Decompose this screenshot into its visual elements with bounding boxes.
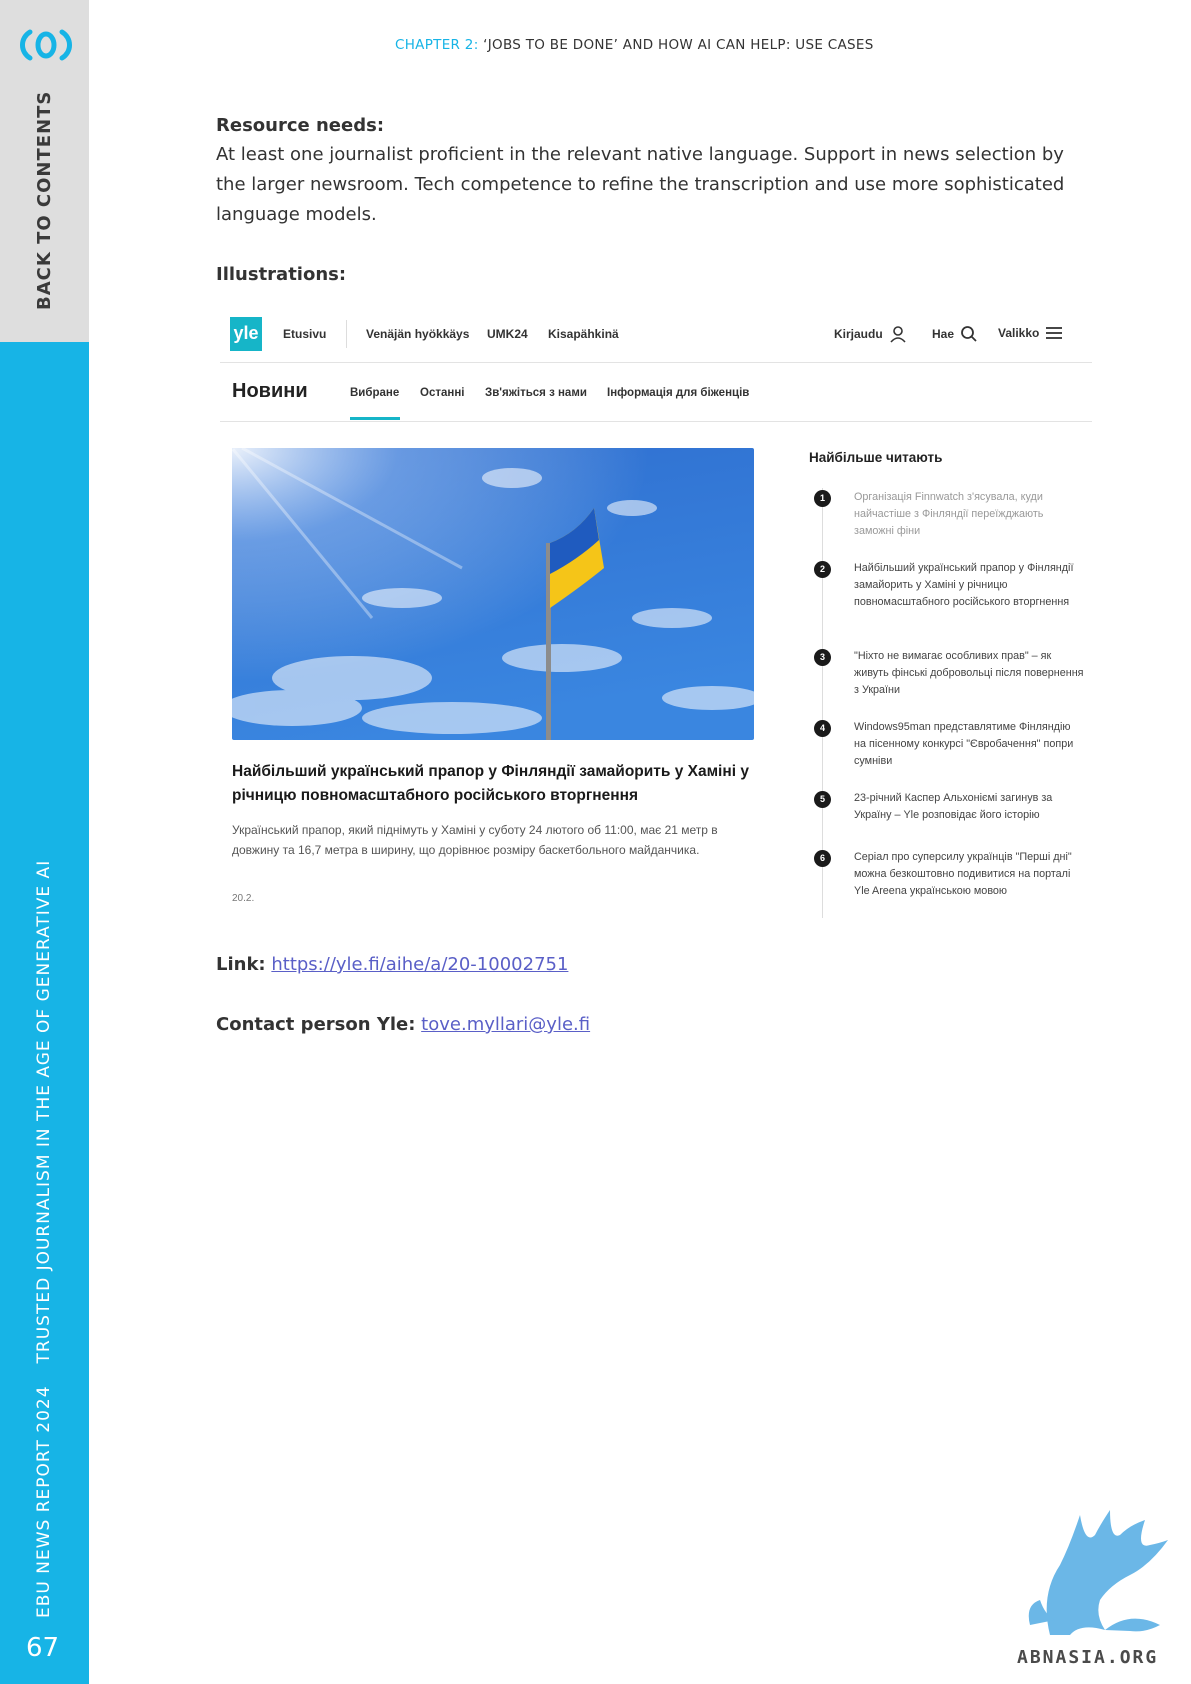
- report-subtitle: TRUSTED JOURNALISM IN THE AGE OF GENERAT…: [34, 859, 54, 1364]
- chapter-label: CHAPTER 2:: [395, 37, 479, 53]
- subnav-tab-vybrane[interactable]: Вибране: [350, 387, 399, 399]
- topnav-item-umk24[interactable]: UMK24: [487, 327, 528, 341]
- search-button[interactable]: Hae: [932, 325, 978, 343]
- chapter-title: ‘JOBS TO BE DONE’ AND HOW AI CAN HELP: U…: [483, 37, 874, 53]
- watermark-text: ABNASIA.ORG: [1017, 1647, 1159, 1668]
- article-date: 20.2.: [232, 893, 255, 904]
- page-number: 67: [26, 1633, 60, 1663]
- contact-label: Contact person Yle:: [216, 1014, 416, 1035]
- ebu-logo-icon[interactable]: [18, 28, 74, 62]
- most-read-text: 23-річний Каспер Альхоніємі загинув за У…: [854, 792, 1053, 821]
- topnav-item-venajan-hyokkays[interactable]: Venäjän hyökkäys: [366, 327, 469, 341]
- most-read-number: 6: [814, 850, 831, 867]
- most-read-text: Windows95man представлятиме Фінляндію на…: [854, 721, 1074, 767]
- subnav-active-indicator: [350, 417, 400, 420]
- back-to-contents-link[interactable]: BACK TO CONTENTS: [34, 91, 55, 310]
- login-button[interactable]: Kirjaudu: [834, 325, 907, 343]
- most-read-heading: Найбільше читають: [809, 450, 943, 465]
- most-read-text: Організація Finnwatch з'ясувала, куди на…: [854, 491, 1044, 537]
- illustrations-heading: Illustrations:: [216, 264, 347, 285]
- resource-needs-text: At least one journalist proficient in th…: [216, 144, 1065, 225]
- griffin-watermark-icon: [1028, 1510, 1168, 1635]
- hero-image-ukrainian-flag[interactable]: [232, 448, 754, 740]
- link-label: Link:: [216, 954, 266, 975]
- contact-email-link[interactable]: tove.myllari@yle.fi: [421, 1014, 590, 1035]
- subnav-tab-contact[interactable]: Зв'яжіться з нами: [485, 387, 587, 399]
- most-read-number: 5: [814, 791, 831, 808]
- chapter-header: CHAPTER 2: ‘JOBS TO BE DONE’ AND HOW AI …: [395, 37, 874, 53]
- most-read-text: Серіал про суперсилу українців "Перші дн…: [854, 851, 1072, 897]
- article-summary: Український прапор, який піднімуть у Хам…: [232, 823, 718, 857]
- hamburger-menu-icon: [1046, 327, 1063, 339]
- menu-button[interactable]: Valikko: [998, 325, 1063, 341]
- article-link[interactable]: https://yle.fi/aihe/a/20-10002751: [271, 954, 568, 975]
- menu-label: Valikko: [998, 326, 1040, 340]
- subnav-tab-refugee-info[interactable]: Інформація для біженців: [607, 387, 749, 399]
- most-read-number: 2: [814, 561, 831, 578]
- topnav-separator: [220, 362, 1092, 363]
- section-title: Новини: [232, 380, 308, 402]
- report-name: EBU NEWS REPORT 2024: [34, 1385, 54, 1618]
- user-icon: [890, 326, 906, 343]
- most-read-number: 1: [814, 490, 831, 507]
- resource-needs-heading: Resource needs:: [216, 115, 385, 136]
- yle-website-screenshot: yle Etusivu Venäjän hyökkäys UMK24 Kisap…: [220, 300, 1100, 920]
- topnav-divider: [346, 320, 347, 348]
- search-label: Hae: [932, 327, 955, 341]
- search-icon: [961, 326, 977, 342]
- login-label: Kirjaudu: [834, 327, 883, 341]
- report-title: EBU NEWS REPORT 2024 TRUSTED JOURNALISM I…: [34, 860, 54, 1618]
- subnav-tab-ostanni[interactable]: Останні: [420, 387, 464, 399]
- flag-photo: [232, 448, 754, 740]
- article-title[interactable]: Найбільший український прапор у Фінлянді…: [232, 760, 762, 808]
- topnav-item-etusivu[interactable]: Etusivu: [283, 327, 326, 341]
- most-read-number: 3: [814, 649, 831, 666]
- topnav-item-kisapahkina[interactable]: Kisapähkinä: [548, 327, 619, 341]
- yle-logo[interactable]: yle: [230, 317, 262, 351]
- most-read-number: 4: [814, 720, 831, 737]
- most-read-text: Найбільший український прапор у Фінлянді…: [854, 562, 1074, 608]
- link-line: Link: https://yle.fi/aihe/a/20-10002751: [216, 950, 1086, 980]
- most-read-text: "Ніхто не вимагає особливих прав" – як ж…: [854, 650, 1084, 696]
- subnav-separator: [220, 421, 1092, 422]
- contact-line: Contact person Yle: tove.myllari@yle.fi: [216, 1010, 1086, 1040]
